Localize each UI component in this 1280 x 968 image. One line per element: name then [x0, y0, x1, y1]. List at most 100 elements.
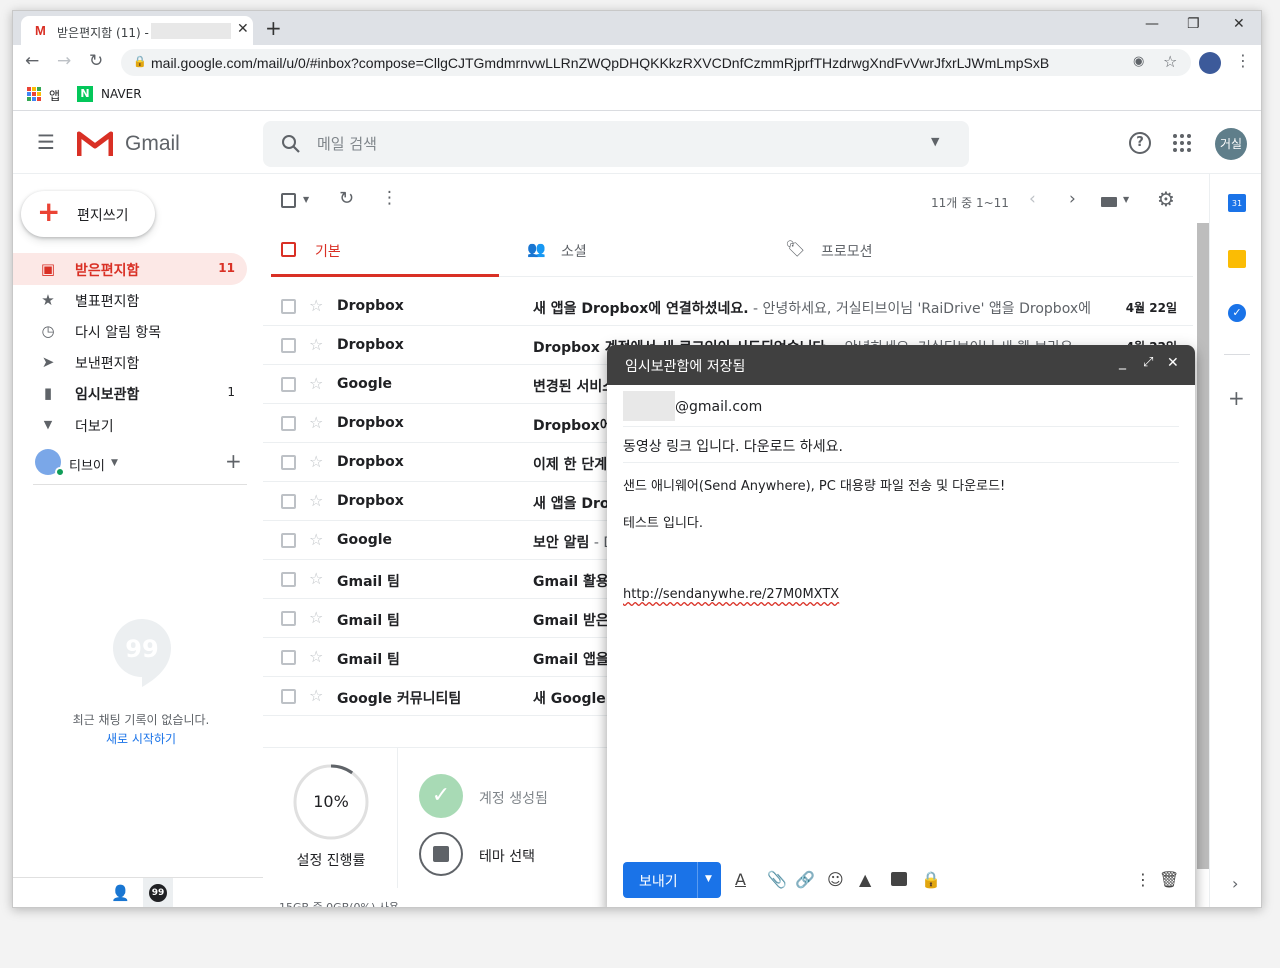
gmail-logo-icon[interactable]	[77, 130, 113, 158]
select-all-checkbox[interactable]	[281, 193, 296, 208]
close-compose-icon[interactable]: ✕	[1167, 355, 1179, 371]
select-dropdown-icon[interactable]: ▼	[303, 195, 309, 204]
row-checkbox[interactable]	[281, 416, 296, 431]
reload-icon[interactable]: ↻	[89, 51, 103, 71]
tab-social[interactable]: 👥 소셜	[521, 227, 749, 277]
star-toggle-icon[interactable]: ☆	[309, 452, 323, 471]
contacts-icon[interactable]: 👤	[111, 884, 130, 902]
settings-gear-icon[interactable]: ⚙	[1157, 187, 1175, 211]
address-bar[interactable]: 🔒 mail.google.com/mail/u/0/#inbox?compos…	[121, 49, 1191, 76]
row-checkbox[interactable]	[281, 611, 296, 626]
row-checkbox[interactable]	[281, 338, 296, 353]
expand-panel-icon[interactable]: ›	[1232, 874, 1238, 893]
theme-step-circle[interactable]	[419, 832, 463, 876]
star-toggle-icon[interactable]: ☆	[309, 569, 323, 588]
insert-photo-icon[interactable]	[891, 872, 907, 886]
row-checkbox[interactable]	[281, 650, 296, 665]
input-tools-dropdown-icon[interactable]: ▼	[1123, 195, 1129, 204]
star-toggle-icon[interactable]: ☆	[309, 647, 323, 666]
sidebar-item-starred[interactable]: ★ 별표편지함	[13, 284, 247, 316]
google-apps-icon[interactable]	[1173, 134, 1191, 152]
divider	[397, 748, 398, 888]
older-page-icon[interactable]: ›	[1069, 189, 1076, 209]
help-icon[interactable]: ?	[1129, 132, 1151, 154]
link-icon[interactable]: 🔗	[795, 870, 815, 889]
start-new-chat-link[interactable]: 새로 시작하기	[13, 730, 269, 747]
tab-primary[interactable]: 기본	[271, 227, 499, 277]
fullscreen-icon[interactable]: ⤢	[1143, 355, 1153, 370]
more-compose-options-icon[interactable]: ⋮	[1135, 870, 1151, 889]
star-toggle-icon[interactable]: ☆	[309, 296, 323, 315]
star-toggle-icon[interactable]: ☆	[309, 413, 323, 432]
attach-icon[interactable]: 📎	[767, 870, 787, 889]
star-toggle-icon[interactable]: ☆	[309, 686, 323, 705]
eye-icon[interactable]: ◉	[1133, 54, 1144, 69]
star-toggle-icon[interactable]: ☆	[309, 530, 323, 549]
drive-icon[interactable]: ▲	[859, 870, 871, 889]
browser-tab[interactable]: M 받은편지함 (11) - ✕	[21, 16, 253, 45]
tasks-icon[interactable]: ✓	[1228, 304, 1246, 322]
row-checkbox[interactable]	[281, 455, 296, 470]
send-options-icon[interactable]: ▼	[705, 874, 712, 884]
row-checkbox[interactable]	[281, 572, 296, 587]
add-addon-icon[interactable]: +	[1228, 386, 1245, 410]
star-toggle-icon[interactable]: ☆	[309, 374, 323, 393]
table-row[interactable]: ☆ Dropbox 새 앱을 Dropbox에 연결하셨네요. - 안녕하세요, 거…	[263, 287, 1193, 326]
row-checkbox[interactable]	[281, 494, 296, 509]
search-options-icon[interactable]: ▼	[931, 135, 939, 148]
message-body[interactable]: 샌드 애니웨어(Send Anywhere), PC 대용량 파일 전송 및 다…	[623, 463, 1179, 853]
sidebar-item-more[interactable]: ▼ 더보기	[13, 409, 247, 441]
star-toggle-icon[interactable]: ☆	[309, 491, 323, 510]
sidebar-item-sent[interactable]: ➤ 보낸편지함	[13, 346, 247, 378]
bookmark-apps[interactable]: 앱	[49, 87, 60, 104]
keep-icon[interactable]	[1228, 250, 1246, 268]
sidebar-item-drafts[interactable]: ▮ 임시보관함 1	[13, 377, 247, 409]
apps-grid-icon[interactable]	[27, 87, 41, 101]
row-checkbox[interactable]	[281, 299, 296, 314]
add-chat-icon[interactable]: +	[225, 449, 242, 473]
step-choose-theme[interactable]: 테마 선택	[479, 846, 535, 866]
user-dropdown-icon[interactable]: ▼	[111, 458, 118, 468]
bookmark-naver[interactable]: NAVER	[101, 87, 142, 101]
account-avatar[interactable]: 거실	[1215, 128, 1247, 160]
search-input[interactable]	[317, 133, 877, 155]
row-checkbox[interactable]	[281, 533, 296, 548]
refresh-icon[interactable]: ↻	[339, 188, 354, 209]
minimize-compose-icon[interactable]: _	[1119, 354, 1126, 370]
minimize-icon[interactable]: —	[1145, 16, 1159, 32]
tab-promotions[interactable]: 🏷 프로모션	[771, 227, 999, 277]
main-menu-icon[interactable]: ☰	[37, 130, 55, 154]
browser-menu-icon[interactable]: ⋮	[1235, 51, 1251, 70]
back-icon[interactable]: ←	[25, 51, 39, 71]
discard-draft-icon[interactable]: 🗑	[1159, 870, 1179, 889]
row-checkbox[interactable]	[281, 377, 296, 392]
tab-close-icon[interactable]: ✕	[237, 21, 249, 37]
body-link[interactable]: http://sendanywhe.re/27M0MXTX	[623, 587, 839, 602]
star-toggle-icon[interactable]: ☆	[309, 608, 323, 627]
profile-avatar[interactable]	[1199, 52, 1221, 74]
formatting-icon[interactable]: A	[735, 870, 746, 889]
keyboard-icon[interactable]	[1101, 197, 1117, 207]
forward-icon[interactable]: →	[57, 51, 71, 71]
hangouts-user[interactable]: 티브이 ▼ +	[33, 449, 247, 485]
subject-field[interactable]: 동영상 링크 입니다. 다운로드 하세요.	[623, 427, 1179, 463]
more-options-icon[interactable]: ⋮	[381, 188, 398, 208]
to-field[interactable]: @gmail.com	[623, 387, 1179, 427]
bookmark-star-icon[interactable]: ☆	[1163, 52, 1177, 71]
restore-icon[interactable]: ❐	[1187, 16, 1200, 32]
send-button[interactable]: 보내기 ▼	[623, 862, 721, 898]
sidebar-item-snoozed[interactable]: ◷ 다시 알림 항목	[13, 315, 247, 347]
newer-page-icon[interactable]: ‹	[1029, 189, 1036, 209]
calendar-icon[interactable]: 31	[1228, 194, 1246, 212]
compose-header[interactable]: 임시보관함에 저장됨 _ ⤢ ✕	[607, 345, 1195, 385]
scrollbar[interactable]	[1197, 223, 1209, 869]
row-checkbox[interactable]	[281, 689, 296, 704]
new-tab-icon[interactable]: +	[265, 16, 282, 40]
compose-button[interactable]: + 편지쓰기	[21, 191, 155, 237]
star-toggle-icon[interactable]: ☆	[309, 335, 323, 354]
emoji-icon[interactable]: ☺	[827, 870, 844, 889]
sidebar-item-inbox[interactable]: ▣ 받은편지함 11	[13, 253, 247, 285]
search-icon[interactable]	[281, 134, 301, 154]
close-window-icon[interactable]: ✕	[1233, 16, 1245, 32]
confidential-mode-icon[interactable]: 🔒	[921, 870, 941, 889]
